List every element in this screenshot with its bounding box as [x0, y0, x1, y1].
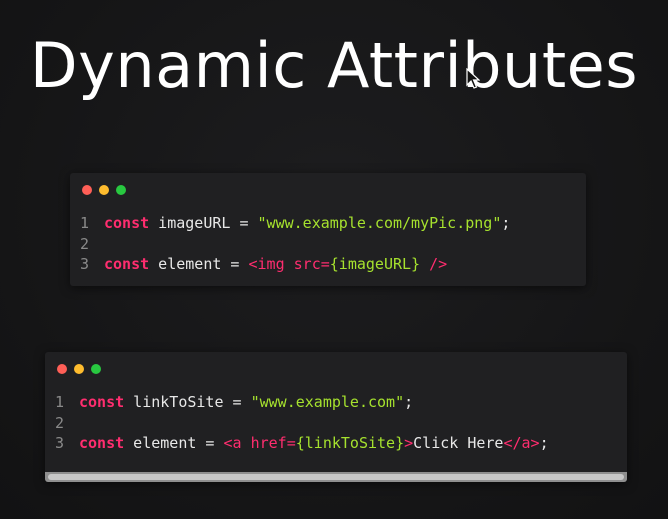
jsx-tag-close: /> — [420, 255, 448, 273]
slide-title: Dynamic Attributes — [29, 29, 639, 102]
code-line-3: 3 const element = <a href={linkToSite}>Cl… — [55, 433, 549, 454]
mouse-cursor-icon — [466, 68, 480, 89]
code-block: 1 const imageURL = "www.example.com/myPic… — [80, 213, 510, 275]
code-line-1: 1 const linkToSite = "www.example.com"; — [55, 392, 549, 413]
scrollbar-thumb[interactable] — [48, 474, 624, 480]
horizontal-scrollbar[interactable] — [45, 472, 627, 482]
code-window-image-url: 1 const imageURL = "www.example.com/myPic… — [70, 173, 586, 286]
line-number: 1 — [80, 214, 90, 232]
line-number: 3 — [55, 434, 65, 452]
window-controls — [57, 364, 101, 374]
string-literal: "www.example.com/myPic.png" — [257, 214, 502, 232]
line-number: 2 — [80, 234, 90, 253]
window-controls — [82, 185, 126, 195]
code-line-1: 1 const imageURL = "www.example.com/myPic… — [80, 213, 510, 234]
identifier: element = — [149, 255, 249, 273]
keyword: const — [104, 214, 150, 232]
line-number: 1 — [55, 393, 65, 411]
keyword: const — [79, 434, 125, 452]
code-line-2: 2 — [55, 413, 549, 434]
close-dot-icon — [57, 364, 67, 374]
identifier: element = — [124, 434, 224, 452]
jsx-tag-gt: > — [404, 434, 414, 452]
keyword: const — [79, 393, 125, 411]
code-block: 1 const linkToSite = "www.example.com"; 2… — [55, 392, 549, 454]
line-number: 2 — [55, 413, 65, 432]
jsx-tag-open: <img src= — [248, 255, 330, 273]
code-window-link-to-site: 1 const linkToSite = "www.example.com"; 2… — [45, 352, 627, 482]
jsx-expression: {imageURL} — [329, 255, 421, 273]
minimize-dot-icon — [74, 364, 84, 374]
string-literal: "www.example.com" — [250, 393, 405, 411]
line-number: 3 — [80, 255, 90, 273]
link-text: Click Here — [413, 434, 504, 452]
jsx-tag-end: </a> — [503, 434, 540, 452]
semicolon: ; — [501, 214, 511, 232]
minimize-dot-icon — [99, 185, 109, 195]
code-line-2: 2 — [80, 234, 510, 255]
jsx-expression: {linkToSite} — [295, 434, 405, 452]
maximize-dot-icon — [116, 185, 126, 195]
jsx-tag-open: <a href= — [223, 434, 296, 452]
keyword: const — [104, 255, 150, 273]
close-dot-icon — [82, 185, 92, 195]
semicolon: ; — [539, 434, 549, 452]
identifier: imageURL = — [149, 214, 258, 232]
maximize-dot-icon — [91, 364, 101, 374]
semicolon: ; — [404, 393, 414, 411]
identifier: linkToSite = — [124, 393, 251, 411]
code-line-3: 3 const element = <img src={imageURL} /> — [80, 254, 510, 275]
